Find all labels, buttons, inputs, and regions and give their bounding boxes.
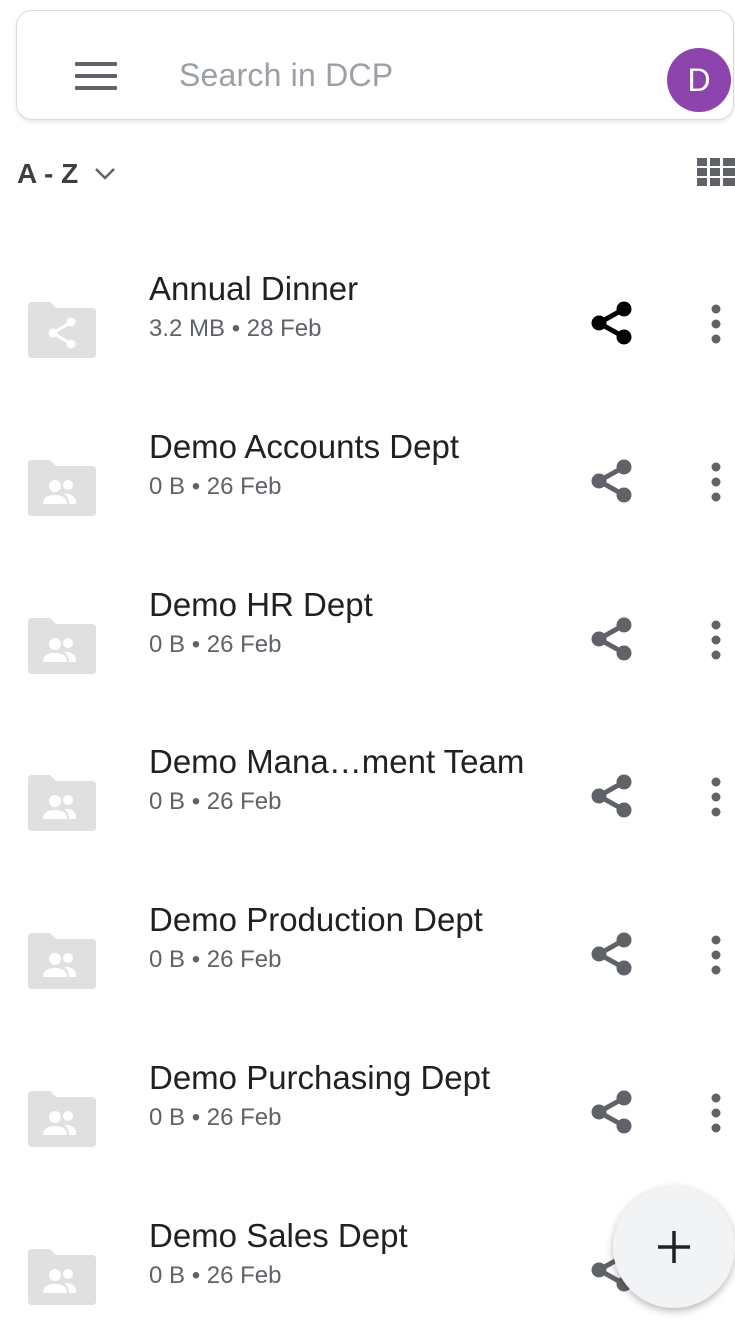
item-name: Demo Production Dept: [149, 901, 483, 938]
team-folder-icon: [24, 773, 98, 833]
item-meta: 0 B • 26 Feb: [149, 788, 282, 815]
item-meta: 0 B • 26 Feb: [149, 1104, 282, 1131]
plus-icon: [658, 1231, 690, 1263]
item-meta: 0 B • 26 Feb: [149, 1262, 282, 1289]
more-vert-icon[interactable]: [708, 303, 724, 345]
sort-dropdown[interactable]: A - Z: [17, 158, 118, 190]
item-meta: 0 B • 26 Feb: [149, 946, 282, 973]
sort-label: A - Z: [17, 158, 79, 189]
shared-folder-icon: [24, 300, 98, 360]
item-name: Demo Accounts Dept: [149, 428, 459, 465]
team-folder-icon: [24, 1089, 98, 1149]
item-name: Demo Mana…ment Team: [149, 743, 525, 780]
more-vert-icon[interactable]: [708, 776, 724, 818]
list-item[interactable]: Annual Dinner 3.2 MB • 28 Feb: [0, 270, 735, 390]
team-folder-icon: [24, 1247, 98, 1307]
search-bar[interactable]: Search in DCP D: [16, 10, 734, 120]
team-folder-icon: [24, 616, 98, 676]
item-name: Demo HR Dept: [149, 586, 373, 623]
list-item[interactable]: Demo HR Dept 0 B • 26 Feb: [0, 586, 735, 706]
team-folder-icon: [24, 458, 98, 518]
item-meta: 3.2 MB • 28 Feb: [149, 315, 322, 342]
grid-view-icon[interactable]: [697, 158, 735, 186]
more-vert-icon[interactable]: [708, 1092, 724, 1134]
share-icon[interactable]: [588, 1088, 636, 1136]
list-item[interactable]: Demo Purchasing Dept 0 B • 26 Feb: [0, 1059, 735, 1179]
list-item[interactable]: Demo Production Dept 0 B • 26 Feb: [0, 901, 735, 1021]
share-icon[interactable]: [588, 772, 636, 820]
chevron-down-icon: [95, 168, 116, 180]
more-vert-icon[interactable]: [708, 934, 724, 976]
search-input[interactable]: Search in DCP: [179, 57, 393, 94]
add-button[interactable]: [613, 1186, 735, 1308]
item-meta: 0 B • 26 Feb: [149, 631, 282, 658]
list-item[interactable]: Demo Mana…ment Team 0 B • 26 Feb: [0, 743, 735, 863]
team-folder-icon: [24, 931, 98, 991]
item-meta: 0 B • 26 Feb: [149, 473, 282, 500]
more-vert-icon[interactable]: [708, 619, 724, 661]
hamburger-menu-icon[interactable]: [75, 62, 119, 92]
more-vert-icon[interactable]: [708, 461, 724, 503]
share-icon[interactable]: [588, 299, 636, 347]
share-icon[interactable]: [588, 930, 636, 978]
share-icon[interactable]: [588, 615, 636, 663]
item-name: Demo Sales Dept: [149, 1217, 408, 1254]
avatar[interactable]: D: [667, 48, 731, 112]
list-item[interactable]: Demo Accounts Dept 0 B • 26 Feb: [0, 428, 735, 548]
share-icon[interactable]: [588, 457, 636, 505]
item-name: Demo Purchasing Dept: [149, 1059, 491, 1096]
item-name: Annual Dinner: [149, 270, 359, 307]
